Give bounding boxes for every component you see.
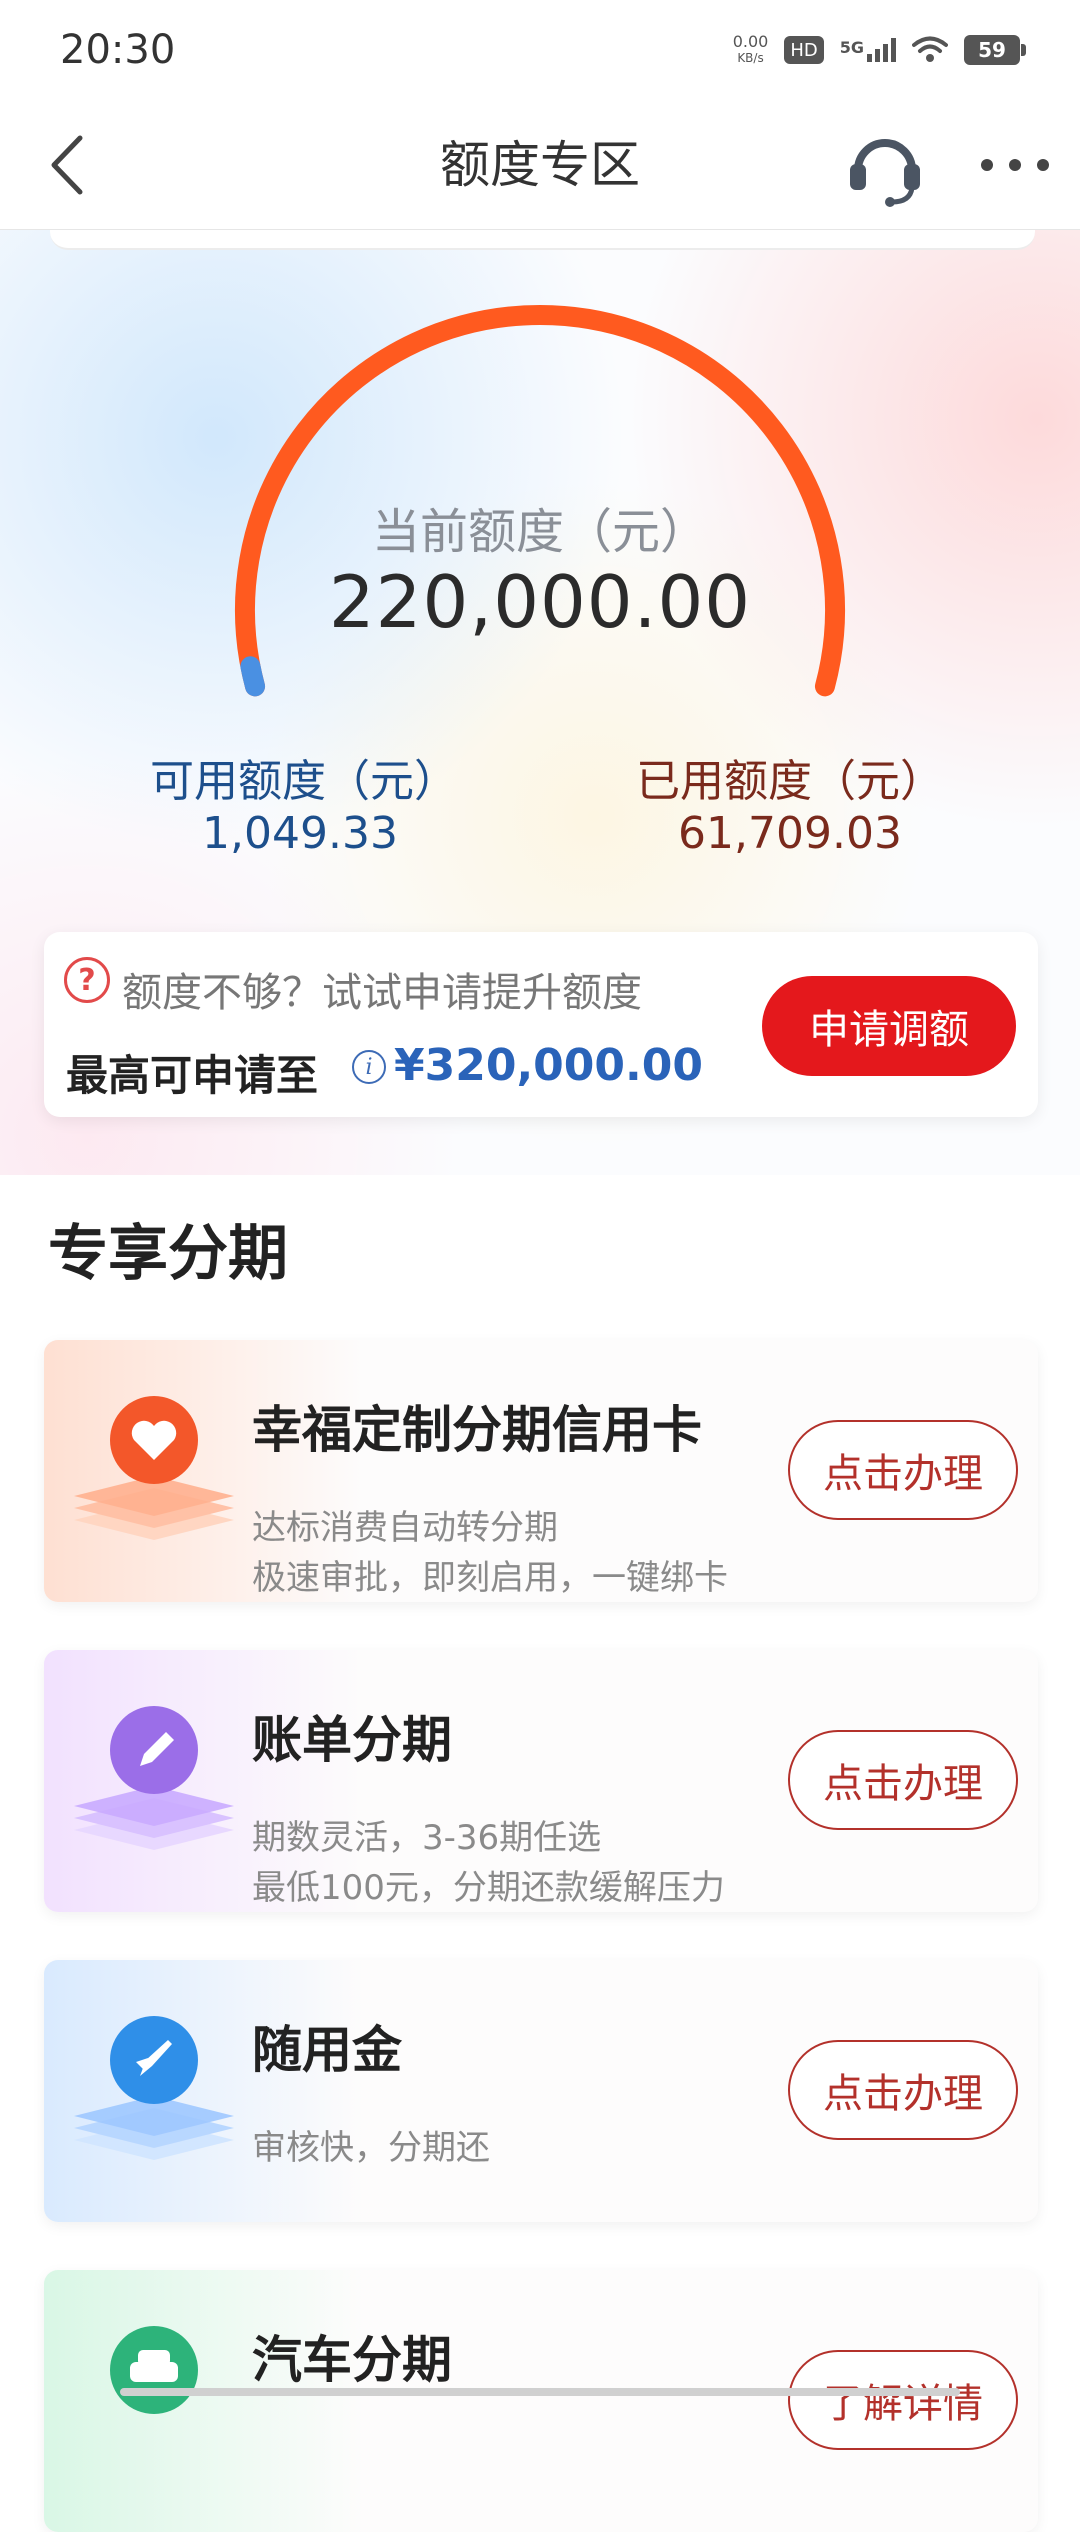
boost-max-label: 最高可申请至 (66, 1051, 319, 1100)
headset-icon[interactable] (840, 120, 930, 210)
status-bar: 20:30 0.00 KB/s HD 5G 59 (0, 0, 1080, 100)
product-title: 账单分期 (252, 1711, 452, 1769)
product-card-happiness-installment[interactable]: 幸福定制分期信用卡 达标消费自动转分期 极速审批，即刻启用，一键绑卡 点击办理 (44, 1340, 1038, 1602)
battery-icon: 59 (964, 35, 1026, 65)
pencil-icon (74, 1706, 234, 1850)
product-title: 幸福定制分期信用卡 (252, 1401, 702, 1459)
product-desc: 达标消费自动转分期 (252, 1508, 558, 1548)
section-title: 专享分期 (48, 1219, 288, 1289)
current-credit-label: 当前额度（元） (371, 504, 708, 560)
info-icon[interactable]: i (352, 1050, 386, 1084)
signal-label: 5G (839, 38, 864, 57)
signal-5g-icon: 5G (840, 38, 896, 62)
apply-now-button[interactable]: 点击办理 (788, 1730, 1018, 1830)
available-credit-label: 可用额度（元） (150, 756, 458, 807)
boost-max-amount: ¥320,000.00 (394, 1040, 703, 1091)
home-indicator[interactable] (120, 2388, 960, 2396)
product-desc: 期数灵活，3-36期任选 (252, 1818, 602, 1858)
wifi-icon (912, 36, 948, 62)
hd-icon: HD (784, 36, 824, 64)
heart-icon (74, 1396, 234, 1540)
net-speed-value: 0.00 (732, 32, 769, 51)
credit-hero: 当前额度（元） 220,000.00 可用额度（元） 1,049.33 已用额度… (0, 230, 1080, 1175)
product-title: 随用金 (252, 2021, 402, 2079)
apply-adjust-button[interactable]: 申请调额 (762, 976, 1016, 1076)
product-card-car-installment[interactable]: 汽车分期 了解详情 (44, 2270, 1038, 2532)
boost-hint: 额度不够？试试申请提升额度 (122, 970, 642, 1016)
product-card-bill-installment[interactable]: 账单分期 期数灵活，3-36期任选 最低100元，分期还款缓解压力 点击办理 (44, 1650, 1038, 1912)
credit-gauge (235, 305, 845, 697)
nav-bar: 额度专区 (0, 100, 1080, 230)
apply-now-button[interactable]: 点击办理 (788, 2040, 1018, 2140)
product-card-flexible-loan[interactable]: 随用金 审核快，分期还 点击办理 (44, 1960, 1038, 2222)
product-desc: 审核快，分期还 (252, 2128, 490, 2168)
learn-more-button[interactable]: 了解详情 (788, 2350, 1018, 2450)
used-credit-label: 已用额度（元） (636, 756, 944, 807)
product-title: 汽车分期 (252, 2331, 452, 2389)
used-credit-value: 61,709.03 (678, 808, 902, 859)
current-credit-value: 220,000.00 (328, 560, 752, 644)
product-desc: 最低100元，分期还款缓解压力 (252, 1868, 725, 1908)
status-time: 20:30 (60, 27, 176, 73)
product-desc: 极速审批，即刻启用，一键绑卡 (252, 1558, 728, 1598)
credit-boost-card: ? 额度不够？试试申请提升额度 最高可申请至 i ¥320,000.00 申请调… (44, 932, 1038, 1117)
question-circle-icon: ? (64, 957, 110, 1003)
apply-now-button[interactable]: 点击办理 (788, 1420, 1018, 1520)
available-credit-value: 1,049.33 (202, 808, 398, 859)
status-icons: 0.00 KB/s HD 5G 59 (733, 34, 1026, 66)
gauge-arc-available (240, 656, 266, 697)
car-icon (110, 2326, 198, 2414)
net-speed-unit: KB/s (737, 51, 764, 65)
net-speed: 0.00 KB/s (733, 34, 769, 66)
rocket-icon (74, 2016, 234, 2160)
more-dots-icon[interactable] (975, 150, 1055, 180)
